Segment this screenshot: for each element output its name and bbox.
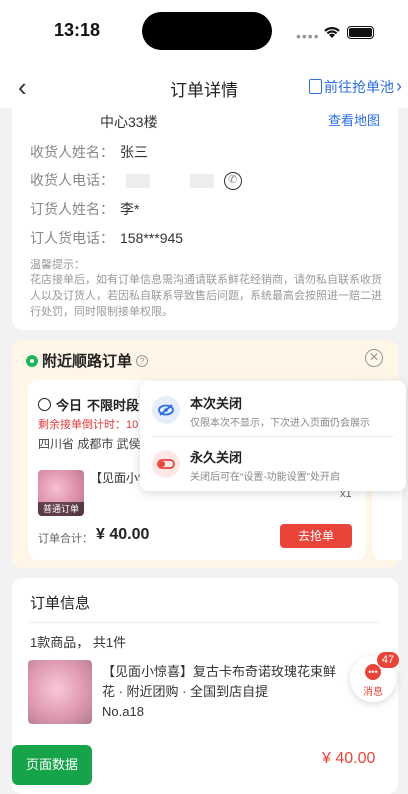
- divider: [28, 622, 380, 623]
- tip-body: 花店接单后，如有订单信息需沟通请联系鲜花经销商，请勿私自联系收货人以及订货人，若…: [30, 274, 382, 318]
- masked-phone: [125, 174, 150, 189]
- status-bar: 13:18 ••••: [0, 0, 408, 62]
- countdown-text: 剩余接单倒计时：10: [38, 419, 139, 431]
- item-count: 1款商品， 共1件: [30, 635, 127, 650]
- time-slot-label: 不限时段: [87, 398, 140, 413]
- location-pin-icon: [26, 354, 38, 367]
- close-nearby-icon[interactable]: ✕: [365, 349, 383, 367]
- orderer-phone-row: 订人货电话： 158***945: [30, 228, 183, 248]
- close-options-popup: 本次关闭 仅限本次不显示，下次进入页面仍会展示 永久关闭 关闭后可在“设置-功能…: [140, 381, 406, 491]
- order-info-title: 订单信息: [30, 595, 91, 612]
- masked-phone: [189, 174, 214, 189]
- orderer-phone-label: 订人货电话：: [30, 230, 114, 246]
- order-product-name: 【见面小惊喜】复古卡布奇诺玫瑰花束鲜花 · 附近团购 · 全国到店自提 No.a…: [102, 662, 342, 722]
- nearby-title-text: 附近顺路订单: [42, 353, 133, 370]
- close-once-option[interactable]: 本次关闭 仅限本次不显示，下次进入页面仍会展示: [140, 383, 406, 437]
- order-price: ¥ 40.00: [322, 750, 376, 767]
- receiver-phone-row: 收货人电话： ✆: [30, 170, 242, 191]
- receiver-name: 张三: [120, 144, 148, 160]
- address-tail: 中心33楼: [100, 114, 158, 130]
- close-once-subtitle: 仅限本次不显示，下次进入页面仍会展示: [190, 418, 370, 429]
- eye-off-icon: [152, 396, 180, 424]
- phone-call-icon[interactable]: ✆: [223, 172, 242, 191]
- chat-icon: •••: [365, 664, 381, 680]
- dynamic-island: [142, 12, 272, 50]
- page-data-button[interactable]: 页面数据: [12, 745, 92, 785]
- order-product-title: 【见面小惊喜】复古卡布奇诺玫瑰花束鲜花 · 附近团购 · 全国到店自提: [102, 664, 337, 699]
- message-label: 消息: [363, 687, 383, 698]
- grab-order-button[interactable]: 去抢单: [280, 524, 352, 548]
- region-text: 四川省 成都市 武侯: [38, 437, 141, 451]
- tip-title: 温馨提示：: [30, 259, 85, 271]
- total-label: 订单合计：: [38, 533, 93, 545]
- close-forever-option[interactable]: 永久关闭 关闭后可在“设置-功能设置”处开启: [140, 437, 406, 491]
- close-forever-subtitle: 关闭后可在“设置-功能设置”处开启: [190, 472, 340, 483]
- nearby-orders-title: 附近顺路订单 ?: [26, 350, 149, 371]
- receiver-name-row: 收货人姓名： 张三: [30, 142, 148, 162]
- order-type-tag: 普通订单: [38, 502, 84, 516]
- orderer-name: 李*: [120, 201, 140, 217]
- grab-pool-link[interactable]: 前往抢单池 ›: [309, 76, 402, 97]
- receiver-name-label: 收货人姓名：: [30, 144, 114, 160]
- chevron-right-icon: ›: [396, 76, 402, 96]
- order-product-code: No.a18: [102, 704, 144, 719]
- list-icon: [309, 79, 322, 94]
- close-forever-title: 永久关闭: [190, 450, 243, 465]
- total-value: ¥ 40.00: [96, 526, 150, 543]
- signal-icon: ••••: [296, 28, 320, 44]
- orderer-name-row: 订货人姓名： 李*: [30, 199, 139, 219]
- status-time: 13:18: [54, 20, 101, 40]
- message-count-badge: 47: [377, 652, 399, 668]
- time-slot: 今日 不限时段: [38, 395, 139, 414]
- nav-bar: ‹ 订单详情 前往抢单池 ›: [0, 62, 408, 108]
- orderer-phone: 158***945: [120, 230, 184, 246]
- toggle-off-icon: [152, 450, 180, 478]
- orderer-name-label: 订货人姓名：: [30, 201, 114, 217]
- battery-icon: [347, 26, 374, 39]
- clock-icon: [38, 398, 51, 411]
- wifi-icon: [324, 27, 340, 38]
- product-image: [28, 660, 92, 724]
- help-icon[interactable]: ?: [136, 354, 149, 367]
- grab-pool-label: 前往抢单池: [324, 78, 394, 95]
- today-label: 今日: [56, 398, 83, 413]
- close-once-title: 本次关闭: [190, 396, 243, 411]
- view-map-link[interactable]: 查看地图: [328, 110, 380, 129]
- receiver-phone-label: 收货人电话：: [30, 172, 114, 188]
- product-thumbnail: 普通订单: [38, 470, 84, 516]
